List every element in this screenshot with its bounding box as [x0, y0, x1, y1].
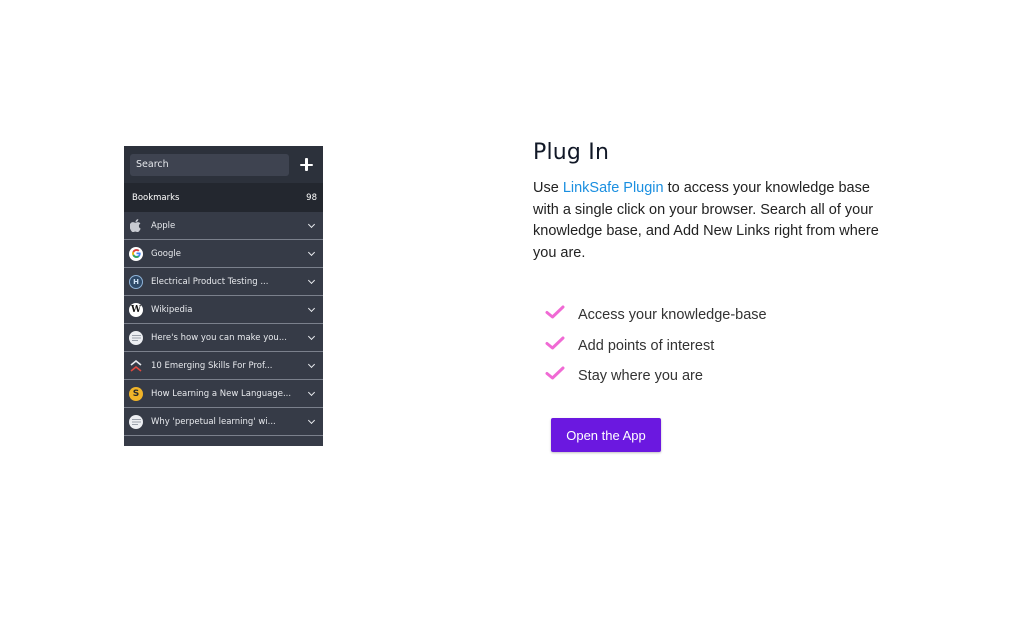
- bookmark-title: Here's how you can make you...: [151, 332, 287, 343]
- bookmark-item-google[interactable]: Google: [124, 240, 323, 268]
- feature-item: Stay where you are: [545, 361, 883, 392]
- open-the-app-button[interactable]: Open the App: [551, 418, 661, 452]
- article-icon: [129, 414, 143, 429]
- panel-toolbar: [124, 146, 323, 183]
- bookmark-title: How Learning a New Language...: [151, 388, 292, 399]
- bookmark-item-emerging-skills[interactable]: 10 Emerging Skills For Prof...: [124, 352, 323, 380]
- chevron-down-icon[interactable]: [307, 276, 316, 284]
- bookmarks-header: Bookmarks 98: [124, 183, 323, 212]
- plugin-section: Plug In Use LinkSafe Plugin to access yo…: [533, 136, 883, 391]
- chevron-down-icon[interactable]: [307, 304, 316, 312]
- language-site-icon: S: [129, 386, 143, 401]
- bookmark-item-perpetual-learning[interactable]: Why 'perpetual learning' wi...: [124, 408, 323, 436]
- check-icon: [545, 305, 565, 319]
- feature-item: Access your knowledge-base: [545, 300, 883, 331]
- check-icon: [545, 366, 565, 380]
- chevron-down-icon[interactable]: [307, 248, 316, 256]
- feature-label: Add points of interest: [578, 337, 715, 354]
- apple-icon: [129, 219, 143, 233]
- skills-site-icon: [129, 359, 143, 373]
- wikipedia-icon: W: [129, 302, 143, 317]
- google-icon: [129, 246, 143, 261]
- bookmark-title: Apple: [151, 220, 176, 231]
- plugin-panel: Bookmarks 98 Apple Google H: [124, 146, 323, 446]
- chevron-down-icon[interactable]: [307, 360, 316, 368]
- add-bookmark-button[interactable]: [297, 155, 317, 175]
- bookmark-title: Wikipedia: [151, 304, 193, 315]
- section-description: Use LinkSafe Plugin to access your knowl…: [533, 178, 883, 265]
- bookmark-title: Why 'perpetual learning' wi...: [151, 416, 276, 427]
- chevron-down-icon[interactable]: [307, 220, 316, 228]
- bookmark-item-electrical-testing[interactable]: H Electrical Product Testing ...: [124, 268, 323, 296]
- bookmarks-label: Bookmarks: [132, 192, 180, 203]
- testing-site-icon: H: [129, 274, 143, 289]
- bookmark-title: Electrical Product Testing ...: [151, 276, 269, 287]
- linksafe-plugin-link[interactable]: LinkSafe Plugin: [563, 180, 664, 196]
- chevron-down-icon[interactable]: [307, 332, 316, 340]
- bookmark-list: Apple Google H Electrical Product Testin…: [124, 212, 323, 436]
- feature-label: Stay where you are: [578, 368, 703, 385]
- feature-label: Access your knowledge-base: [578, 307, 767, 324]
- bookmark-item-apple[interactable]: Apple: [124, 212, 323, 240]
- search-input[interactable]: [130, 153, 289, 176]
- chevron-down-icon[interactable]: [307, 416, 316, 424]
- check-icon: [545, 336, 565, 350]
- section-title: Plug In: [533, 140, 610, 165]
- feature-item: Add points of interest: [545, 330, 883, 361]
- bookmark-title: 10 Emerging Skills For Prof...: [151, 360, 273, 371]
- article-icon: [129, 330, 143, 345]
- bookmark-title: Google: [151, 248, 181, 259]
- bookmarks-count: 98: [306, 192, 317, 203]
- bookmark-item-wikipedia[interactable]: W Wikipedia: [124, 296, 323, 324]
- desc-prefix: Use: [533, 180, 563, 196]
- chevron-down-icon[interactable]: [307, 388, 316, 396]
- bookmark-item-new-language[interactable]: S How Learning a New Language...: [124, 380, 323, 408]
- bookmark-item-article-1[interactable]: Here's how you can make you...: [124, 324, 323, 352]
- feature-list: Access your knowledge-base Add points of…: [545, 300, 883, 392]
